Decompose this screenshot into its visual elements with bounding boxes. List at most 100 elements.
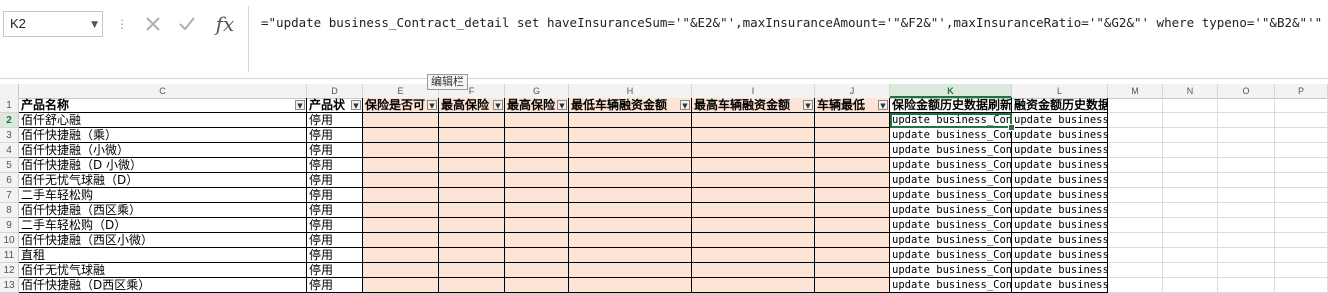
header-cell-e[interactable]: 保险是否可 ▼ (363, 98, 439, 113)
cell-d[interactable]: 停用 (307, 218, 363, 233)
fill-handle[interactable] (1008, 124, 1015, 131)
column-header-o[interactable]: O (1218, 84, 1275, 98)
cell-n[interactable] (1163, 263, 1218, 278)
column-header-i[interactable]: I (692, 84, 815, 98)
cell-o[interactable] (1218, 248, 1275, 263)
cell-i[interactable] (692, 188, 815, 203)
cell-f[interactable] (439, 248, 505, 263)
row-number[interactable]: 11 (0, 248, 19, 263)
cell-k[interactable]: update business_Contract_detail set (890, 203, 1012, 218)
cell-p[interactable] (1275, 248, 1328, 263)
cell-g[interactable] (505, 233, 569, 248)
cell-m[interactable] (1108, 173, 1163, 188)
cell-f[interactable] (439, 173, 505, 188)
filter-dropdown-icon[interactable]: ▼ (803, 100, 813, 110)
cell-l[interactable]: update business_Contract_detail set (1012, 143, 1108, 158)
cell-c[interactable]: 佰仟无忧气球融 (19, 263, 307, 278)
column-header-d[interactable]: D (307, 84, 363, 98)
cell-e[interactable] (363, 143, 439, 158)
cell-m[interactable] (1108, 248, 1163, 263)
cell-d[interactable]: 停用 (307, 248, 363, 263)
cell-h[interactable] (569, 188, 692, 203)
cell-o[interactable] (1218, 188, 1275, 203)
cell-j[interactable] (815, 218, 890, 233)
cell-f[interactable] (439, 113, 505, 128)
row-number[interactable]: 12 (0, 263, 19, 278)
cell-g[interactable] (505, 113, 569, 128)
header-cell-d[interactable]: 产品状 ▼ (307, 98, 363, 113)
cell-o[interactable] (1218, 158, 1275, 173)
cell-c[interactable]: 佰仟舒心融 (19, 113, 307, 128)
cell-l[interactable]: update business_Contract_detail set (1012, 218, 1108, 233)
cell-c[interactable]: 佰仟快捷融（D 小微） (19, 158, 307, 173)
cell-f[interactable] (439, 143, 505, 158)
cell-g[interactable] (505, 128, 569, 143)
cell-m[interactable] (1108, 263, 1163, 278)
cell-c[interactable]: 佰仟快捷融（西区乘） (19, 203, 307, 218)
cell-i[interactable] (692, 173, 815, 188)
cell-l[interactable]: update business_Contract_detail set (1012, 128, 1108, 143)
cell-l[interactable]: update business_Contract_detail set (1012, 263, 1108, 278)
cell-f[interactable] (439, 203, 505, 218)
cell-i[interactable] (692, 128, 815, 143)
row-number[interactable]: 8 (0, 203, 19, 218)
cell-j[interactable] (815, 203, 890, 218)
cell-e[interactable] (363, 173, 439, 188)
cell-g[interactable] (505, 173, 569, 188)
cell-o[interactable] (1218, 143, 1275, 158)
cell-l[interactable]: update business_Contract_detail set (1012, 158, 1108, 173)
cell-c[interactable]: 佰仟无忧气球融（D） (19, 173, 307, 188)
row-number[interactable]: 10 (0, 233, 19, 248)
cell-p[interactable] (1275, 188, 1328, 203)
cell-l[interactable]: update business_Contract_detail set (1012, 203, 1108, 218)
cell-o[interactable] (1218, 233, 1275, 248)
cell-m[interactable] (1108, 203, 1163, 218)
cell-c[interactable]: 佰仟快捷融（西区小微） (19, 233, 307, 248)
cell-c[interactable]: 直租 (19, 248, 307, 263)
cell-k[interactable]: update business_Contract_detail set (890, 233, 1012, 248)
insert-function-button[interactable]: fx (211, 11, 239, 37)
cell-d[interactable]: 停用 (307, 128, 363, 143)
cell-e[interactable] (363, 218, 439, 233)
cell-h[interactable] (569, 113, 692, 128)
filter-dropdown-icon[interactable]: ▼ (557, 100, 567, 110)
cell-f[interactable] (439, 233, 505, 248)
cell-k[interactable]: update business_Contract_detail set (890, 263, 1012, 278)
cell-i[interactable] (692, 113, 815, 128)
name-box[interactable]: K2 ▼ (3, 11, 103, 37)
header-cell-g[interactable]: 最高保险 ▼ (505, 98, 569, 113)
cell-m[interactable] (1108, 143, 1163, 158)
cell-h[interactable] (569, 263, 692, 278)
cell-o[interactable] (1218, 113, 1275, 128)
row-number[interactable]: 3 (0, 128, 19, 143)
column-header-j[interactable]: J (815, 84, 890, 98)
cell-g[interactable] (505, 188, 569, 203)
cell-e[interactable] (363, 233, 439, 248)
cell-m[interactable] (1108, 188, 1163, 203)
cell-e[interactable] (363, 263, 439, 278)
cell-m[interactable] (1108, 158, 1163, 173)
cell-i[interactable] (692, 218, 815, 233)
cell-m[interactable] (1108, 218, 1163, 233)
cell-e[interactable] (363, 248, 439, 263)
cell-g[interactable] (505, 263, 569, 278)
cell-j[interactable] (815, 173, 890, 188)
column-header-h[interactable]: H (569, 84, 692, 98)
header-cell-n[interactable] (1163, 98, 1218, 113)
cell-o[interactable] (1218, 263, 1275, 278)
cell-i[interactable] (692, 158, 815, 173)
cell-n[interactable] (1163, 113, 1218, 128)
header-cell-k[interactable]: 保险金额历史数据刷新 (890, 98, 1012, 113)
cell-n[interactable] (1163, 128, 1218, 143)
filter-dropdown-icon[interactable]: ▼ (680, 100, 690, 110)
cell-l[interactable]: update business_Contract_detail set (1012, 233, 1108, 248)
cell-g[interactable] (505, 218, 569, 233)
cell-j[interactable] (815, 188, 890, 203)
row-number[interactable]: 6 (0, 173, 19, 188)
cell-g[interactable] (505, 203, 569, 218)
cell-o[interactable] (1218, 203, 1275, 218)
cell-k[interactable]: update business_Contract_detail set (890, 248, 1012, 263)
cell-c[interactable]: 二手车轻松购 (19, 188, 307, 203)
row-number[interactable]: 4 (0, 143, 19, 158)
chevron-down-icon[interactable]: ▼ (91, 20, 98, 30)
